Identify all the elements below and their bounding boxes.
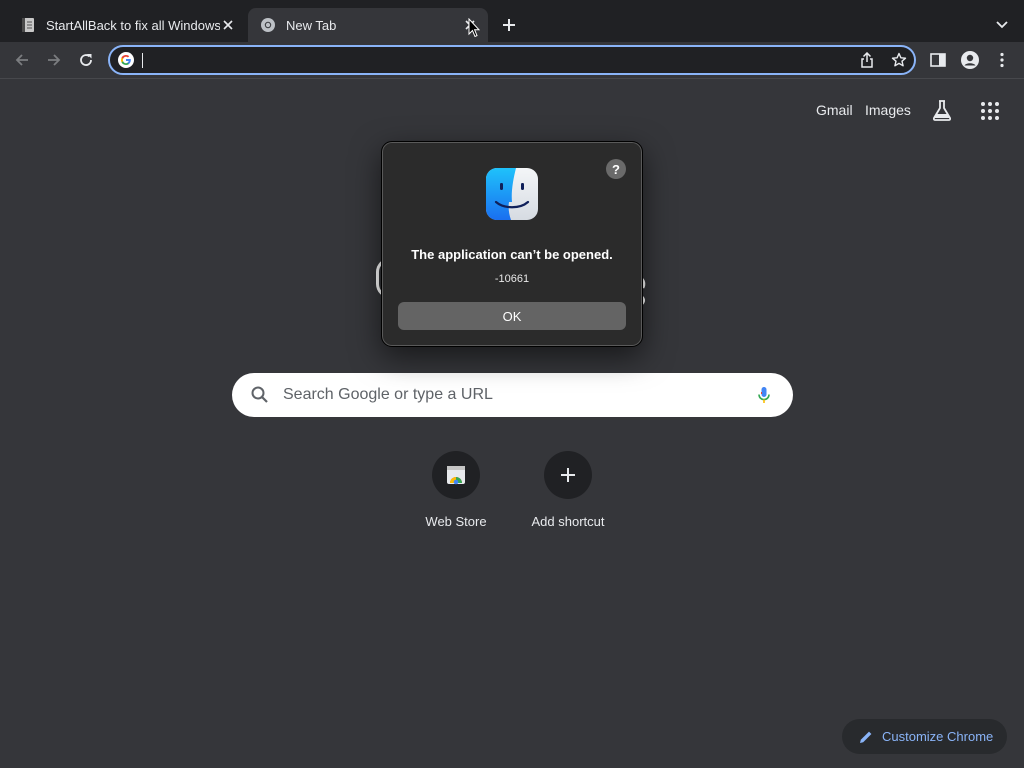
reload-icon bbox=[80, 54, 92, 66]
shortcut-label: Web Store bbox=[425, 514, 487, 529]
tab-title: StartAllBack to fix all Windows bbox=[46, 17, 220, 33]
microphone-icon[interactable] bbox=[754, 385, 774, 405]
menu-button[interactable] bbox=[989, 47, 1015, 73]
labs-icon[interactable] bbox=[930, 98, 954, 122]
menu-icon bbox=[1000, 52, 1004, 68]
profile-button[interactable] bbox=[957, 47, 983, 73]
chevron-down-icon bbox=[996, 21, 1008, 29]
side-panel-button[interactable] bbox=[925, 47, 951, 73]
finder-icon bbox=[486, 168, 538, 220]
forward-icon bbox=[48, 54, 61, 66]
ok-button[interactable]: OK bbox=[398, 302, 626, 330]
reload-button[interactable] bbox=[73, 47, 99, 73]
customize-chrome-button[interactable]: Customize Chrome bbox=[842, 719, 1007, 754]
back-icon bbox=[15, 54, 28, 66]
error-dialog: ? The application can’t be opened. -1066… bbox=[381, 141, 643, 347]
shortcut-web-store[interactable]: Web Store bbox=[400, 451, 512, 529]
search-placeholder: Search Google or type a URL bbox=[283, 386, 493, 403]
dialog-title: The application can’t be opened. bbox=[411, 247, 613, 262]
gmail-link[interactable]: Gmail bbox=[816, 102, 853, 118]
text-caret bbox=[142, 53, 143, 68]
ntp-search-box[interactable]: Search Google or type a URL bbox=[232, 373, 793, 417]
web-store-icon bbox=[432, 451, 480, 499]
search-icon bbox=[250, 385, 270, 405]
shortcut-label: Add shortcut bbox=[531, 514, 605, 529]
address-bar[interactable] bbox=[108, 45, 916, 75]
chrome-icon bbox=[260, 17, 276, 33]
google-icon bbox=[118, 52, 134, 68]
new-tab-button[interactable] bbox=[496, 13, 522, 37]
back-button[interactable] bbox=[9, 47, 35, 73]
bookmark-star-icon[interactable] bbox=[890, 51, 908, 69]
document-icon bbox=[20, 17, 36, 33]
tab-strip: StartAllBack to fix all Windows New Tab bbox=[0, 0, 1024, 42]
tab-startallback[interactable]: StartAllBack to fix all Windows bbox=[8, 8, 246, 42]
mouse-cursor-icon bbox=[468, 17, 481, 38]
side-panel-icon bbox=[930, 53, 946, 67]
tab-new-tab[interactable]: New Tab bbox=[248, 8, 488, 42]
forward-button[interactable] bbox=[41, 47, 67, 73]
profile-icon bbox=[961, 51, 979, 69]
shortcut-add[interactable]: Add shortcut bbox=[512, 451, 624, 529]
pencil-icon bbox=[860, 731, 872, 743]
tab-title: New Tab bbox=[286, 17, 337, 33]
toolbar bbox=[0, 42, 1024, 79]
close-tab-icon[interactable] bbox=[220, 17, 236, 33]
dialog-error-code: -10661 bbox=[494, 273, 530, 285]
help-button[interactable]: ? bbox=[606, 159, 626, 179]
plus-icon bbox=[503, 19, 515, 31]
share-icon[interactable] bbox=[858, 51, 876, 69]
google-apps-icon[interactable] bbox=[980, 101, 1000, 121]
images-link[interactable]: Images bbox=[865, 102, 911, 118]
customize-label: Customize Chrome bbox=[882, 729, 994, 744]
plus-icon bbox=[544, 451, 592, 499]
tab-search-button[interactable] bbox=[990, 13, 1014, 37]
